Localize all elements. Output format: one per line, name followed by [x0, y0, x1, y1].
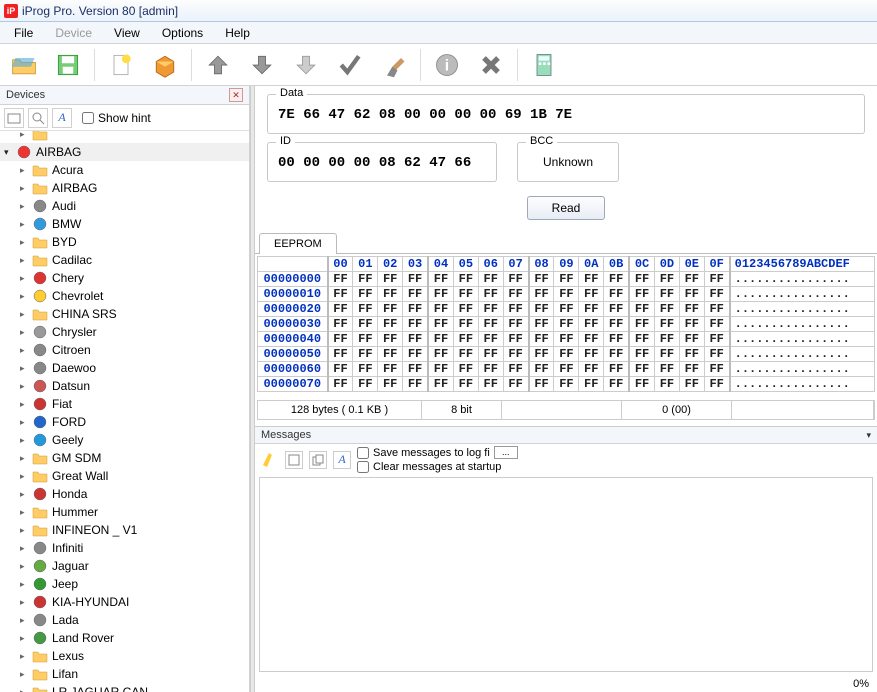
- arrow-down-button[interactable]: [244, 47, 280, 83]
- tree-node-airbag[interactable]: ▾AIRBAG: [0, 143, 249, 161]
- tree-node[interactable]: ▸Acura: [0, 161, 249, 179]
- messages-percent: 0%: [255, 676, 877, 692]
- arrow-up-button[interactable]: [200, 47, 236, 83]
- menu-help[interactable]: Help: [215, 24, 260, 42]
- tree-node[interactable]: ▸BMW: [0, 215, 249, 233]
- tree-node[interactable]: ▸CHINA SRS: [0, 305, 249, 323]
- bcc-value: Unknown: [528, 155, 608, 169]
- menu-view[interactable]: View: [104, 24, 150, 42]
- devices-tree[interactable]: ▸ ▾AIRBAG▸Acura▸AIRBAG▸Audi▸BMW▸BYD▸Cadi…: [0, 131, 249, 692]
- open-button[interactable]: [6, 47, 42, 83]
- data-value: 7E 66 47 62 08 00 00 00 00 69 1B 7E: [278, 107, 854, 123]
- eeprom-tab[interactable]: EEPROM: [259, 233, 337, 254]
- titlebar: iP iProg Pro. Version 80 [admin]: [0, 0, 877, 22]
- info-button[interactable]: i: [429, 47, 465, 83]
- tree-node[interactable]: ▸Cadilac: [0, 251, 249, 269]
- messages-toolbar: A Save messages to log fi ... Clear mess…: [255, 444, 877, 475]
- tree-node[interactable]: ▸Jaguar: [0, 557, 249, 575]
- check-button[interactable]: [332, 47, 368, 83]
- tree-node[interactable]: ▸Hummer: [0, 503, 249, 521]
- hex-table[interactable]: 000102030405060708090A0B0C0D0E0F01234567…: [257, 256, 875, 392]
- messages-tb-btn-1[interactable]: [285, 451, 303, 469]
- devices-panel-header: Devices ✕: [0, 86, 249, 105]
- tree-node[interactable]: ▸Lifan: [0, 665, 249, 683]
- devices-toolbar: A Show hint: [0, 105, 249, 131]
- messages-body[interactable]: [259, 477, 873, 672]
- new-button[interactable]: [103, 47, 139, 83]
- package-button[interactable]: [147, 47, 183, 83]
- messages-tb-wand-icon[interactable]: [261, 449, 279, 470]
- devices-close-icon[interactable]: ✕: [229, 88, 243, 102]
- save-button[interactable]: [50, 47, 86, 83]
- menubar: File Device View Options Help: [0, 22, 877, 44]
- tree-node[interactable]: ▸INFINEON _ V1: [0, 521, 249, 539]
- menu-options[interactable]: Options: [152, 24, 213, 42]
- tree-node[interactable]: ▸Daewoo: [0, 359, 249, 377]
- menu-device[interactable]: Device: [45, 24, 102, 42]
- tree-node[interactable]: ▸LR JAGUAR CAN: [0, 683, 249, 692]
- devices-title: Devices: [6, 89, 45, 101]
- messages-title: Messages: [261, 429, 311, 441]
- app-icon: iP: [4, 4, 18, 18]
- devices-tb-search-icon[interactable]: [28, 108, 48, 128]
- save-log-checkbox[interactable]: [357, 447, 369, 459]
- tree-node[interactable]: ▸Citroen: [0, 341, 249, 359]
- tree-node[interactable]: ▸Fiat: [0, 395, 249, 413]
- id-group: ID 00 00 00 00 08 62 47 66: [267, 142, 497, 182]
- show-hint-label: Show hint: [98, 111, 151, 125]
- clear-startup-label: Clear messages at startup: [373, 461, 501, 473]
- tree-node[interactable]: ▸Lada: [0, 611, 249, 629]
- tree-node[interactable]: ▸Infiniti: [0, 539, 249, 557]
- status-pos: 0 (00): [622, 401, 732, 419]
- log-file-button[interactable]: ...: [494, 446, 518, 459]
- status-size: 128 bytes ( 0.1 KB ): [258, 401, 422, 419]
- tree-node[interactable]: ▸Jeep: [0, 575, 249, 593]
- tree-node[interactable]: ▸Lexus: [0, 647, 249, 665]
- eeprom-tabbar: EEPROM: [255, 232, 877, 254]
- tree-node[interactable]: ▸AIRBAG: [0, 179, 249, 197]
- tree-node[interactable]: ▸Honda: [0, 485, 249, 503]
- tree-node[interactable]: ▸Audi: [0, 197, 249, 215]
- messages-header: Messages ▾: [255, 426, 877, 444]
- brush-button[interactable]: [376, 47, 412, 83]
- tree-node[interactable]: ▸FORD: [0, 413, 249, 431]
- close-button[interactable]: [473, 47, 509, 83]
- tree-node[interactable]: ▸BYD: [0, 233, 249, 251]
- messages-tb-font-icon[interactable]: A: [333, 451, 351, 469]
- devices-tb-btn-1[interactable]: [4, 108, 24, 128]
- tree-node[interactable]: ▸KIA-HYUNDAI: [0, 593, 249, 611]
- status-bits: 8 bit: [422, 401, 502, 419]
- tree-node[interactable]: ▸Datsun: [0, 377, 249, 395]
- window-title: iProg Pro. Version 80 [admin]: [22, 4, 178, 18]
- tree-node[interactable]: ▸Chery: [0, 269, 249, 287]
- read-button[interactable]: Read: [527, 196, 606, 220]
- toolbar: i: [0, 44, 877, 86]
- id-label: ID: [276, 135, 295, 147]
- bcc-group: BCC Unknown: [517, 142, 619, 182]
- clear-startup-checkbox[interactable]: [357, 461, 369, 473]
- devices-tb-font-icon[interactable]: A: [52, 108, 72, 128]
- id-value: 00 00 00 00 08 62 47 66: [278, 155, 486, 171]
- tree-node[interactable]: ▸Land Rover: [0, 629, 249, 647]
- tree-node[interactable]: ▸GM SDM: [0, 449, 249, 467]
- tree-node[interactable]: ▸Chrysler: [0, 323, 249, 341]
- messages-tb-copy-icon[interactable]: [309, 451, 327, 469]
- save-log-label: Save messages to log fi: [373, 447, 490, 459]
- arrow-down-alt-button[interactable]: [288, 47, 324, 83]
- data-label: Data: [276, 87, 307, 99]
- hex-status-row: 128 bytes ( 0.1 KB ) 8 bit 0 (00): [257, 400, 875, 420]
- tree-node[interactable]: ▸Chevrolet: [0, 287, 249, 305]
- bcc-label: BCC: [526, 135, 557, 147]
- tree-node[interactable]: ▸Geely: [0, 431, 249, 449]
- calc-button[interactable]: [526, 47, 562, 83]
- messages-collapse-icon[interactable]: ▾: [866, 430, 871, 441]
- menu-file[interactable]: File: [4, 24, 43, 42]
- svg-text:i: i: [445, 57, 449, 74]
- data-group: Data 7E 66 47 62 08 00 00 00 00 69 1B 7E: [267, 94, 865, 134]
- show-hint-checkbox[interactable]: [82, 112, 94, 124]
- tree-node[interactable]: ▸Great Wall: [0, 467, 249, 485]
